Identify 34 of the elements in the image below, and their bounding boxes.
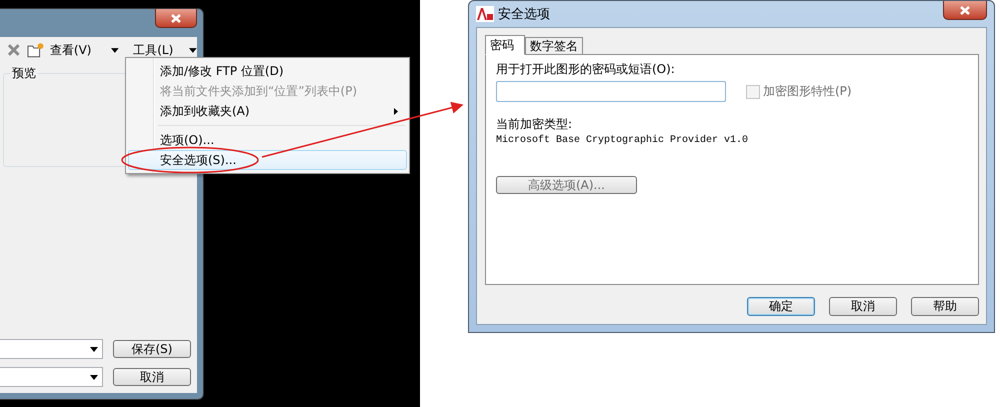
checkbox-label: 加密图形特性(P)	[763, 83, 852, 100]
field-label: 用于打开此图形的密码或短语(O):	[496, 61, 676, 78]
menu-item[interactable]: 安全选项(S)...	[128, 150, 407, 170]
dialog-button[interactable]: 帮助	[911, 297, 979, 316]
caret-icon[interactable]	[189, 48, 197, 52]
group-label: 预览	[11, 65, 37, 82]
caret-icon	[90, 346, 98, 352]
encryption-type-text: Microsoft Base Cryptographic Provider v1.0	[496, 135, 750, 146]
delete-icon[interactable]	[7, 43, 21, 57]
close-button[interactable]	[155, 9, 197, 28]
close-icon	[960, 6, 970, 14]
toolbar-menu[interactable]: 工具(L)	[133, 42, 174, 58]
toolbar-menu[interactable]: 查看(V)	[50, 42, 92, 58]
dialog-button[interactable]: 取消	[113, 368, 191, 386]
dialog-button[interactable]: 取消	[829, 297, 897, 316]
caret-icon[interactable]	[111, 48, 120, 52]
dropdown-field[interactable]	[0, 339, 103, 359]
caret-icon	[90, 374, 98, 380]
submenu-arrow-icon	[394, 108, 398, 114]
close-button[interactable]	[943, 1, 987, 20]
field-label: 当前加密类型:	[496, 116, 574, 133]
window-title: 安全选项	[498, 6, 551, 23]
close-icon	[171, 14, 181, 22]
tab[interactable]: 密码	[485, 35, 525, 55]
tab[interactable]: 数字签名	[525, 37, 583, 54]
app-icon	[476, 6, 494, 22]
menu-item[interactable]: 添加到收藏夹(A)	[128, 101, 407, 121]
dialog-button[interactable]: 保存(S)	[113, 340, 191, 358]
password-field[interactable]	[496, 81, 726, 102]
menu-item[interactable]: 添加/修改 FTP 位置(D)	[128, 61, 407, 81]
dropdown-field[interactable]	[0, 367, 103, 387]
new-folder-icon[interactable]	[26, 42, 44, 58]
menu-item[interactable]: 选项(O)...	[128, 130, 407, 150]
dialog-button[interactable]: 确定	[747, 297, 815, 316]
